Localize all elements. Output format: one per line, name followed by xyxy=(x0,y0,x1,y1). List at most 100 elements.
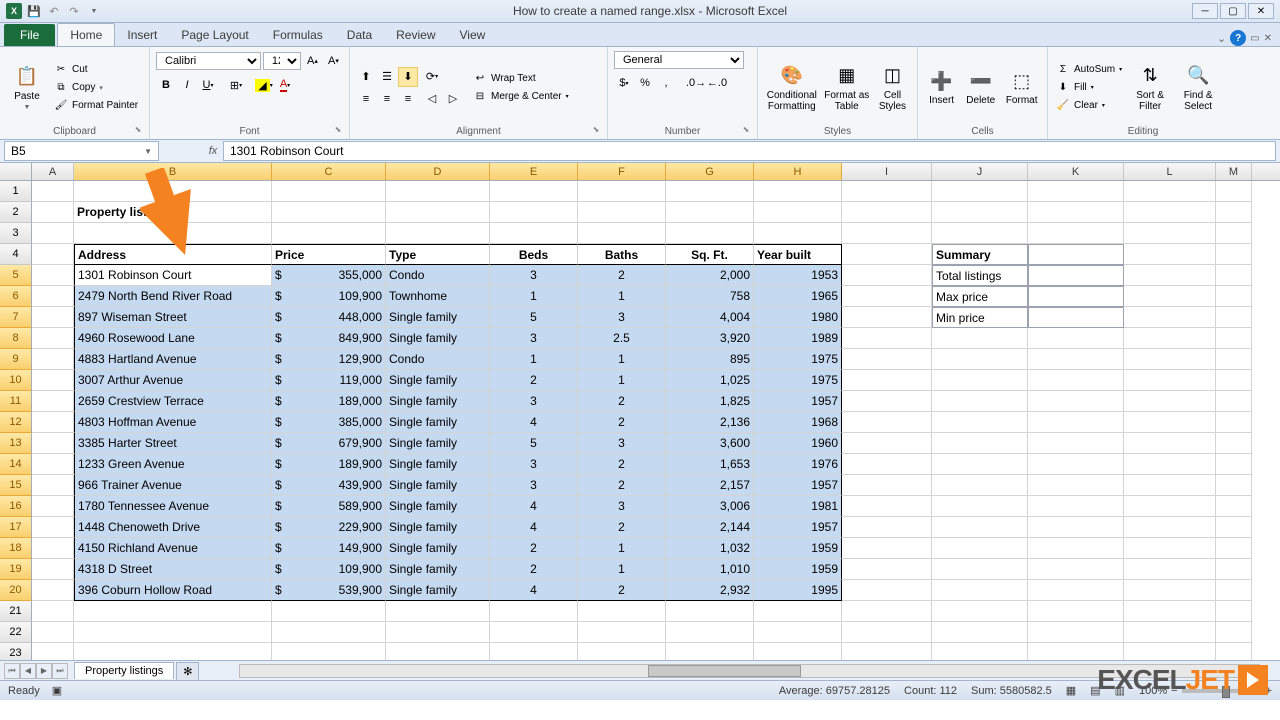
cell[interactable]: 1959 xyxy=(754,559,842,580)
cell[interactable] xyxy=(1028,265,1124,286)
number-format-select[interactable]: General xyxy=(614,51,744,69)
cell[interactable]: 2 xyxy=(578,517,666,538)
cell[interactable] xyxy=(932,391,1028,412)
cell[interactable]: 1957 xyxy=(754,517,842,538)
cell[interactable]: 1 xyxy=(578,370,666,391)
cell[interactable] xyxy=(842,433,932,454)
autosum-button[interactable]: ΣAutoSum ▾ xyxy=(1054,62,1124,78)
cell[interactable]: 4 xyxy=(490,496,578,517)
review-tab[interactable]: Review xyxy=(384,24,447,46)
column-header[interactable]: C xyxy=(272,163,386,180)
cell[interactable] xyxy=(932,643,1028,660)
cell[interactable]: 1975 xyxy=(754,370,842,391)
row-header[interactable]: 14 xyxy=(0,454,32,475)
cell[interactable] xyxy=(1124,601,1216,622)
cell[interactable]: Townhome xyxy=(386,286,490,307)
cell[interactable]: 1 xyxy=(490,349,578,370)
cell[interactable] xyxy=(666,223,754,244)
cell[interactable] xyxy=(386,622,490,643)
cell[interactable] xyxy=(1028,622,1124,643)
cell[interactable]: 2,144 xyxy=(666,517,754,538)
cell[interactable]: Single family xyxy=(386,580,490,601)
cell[interactable] xyxy=(932,433,1028,454)
row-header[interactable]: 20 xyxy=(0,580,32,601)
row-header[interactable]: 10 xyxy=(0,370,32,391)
cell-price[interactable]: $189,000 xyxy=(272,391,386,412)
cell[interactable]: Property listings xyxy=(74,202,272,223)
cell[interactable]: 3007 Arthur Avenue xyxy=(74,370,272,391)
new-sheet-button[interactable]: ✻ xyxy=(176,662,199,680)
cell[interactable]: 1233 Green Avenue xyxy=(74,454,272,475)
sort-filter-button[interactable]: ⇅Sort & Filter xyxy=(1128,51,1172,124)
cell[interactable] xyxy=(32,496,74,517)
cell[interactable] xyxy=(1216,517,1252,538)
cell[interactable] xyxy=(842,412,932,433)
cell[interactable]: Single family xyxy=(386,307,490,328)
cell[interactable] xyxy=(754,181,842,202)
cell[interactable] xyxy=(1028,412,1124,433)
cell[interactable] xyxy=(490,643,578,660)
cell[interactable]: 2 xyxy=(490,538,578,559)
cell[interactable] xyxy=(1028,601,1124,622)
cell[interactable]: Condo xyxy=(386,349,490,370)
cell[interactable] xyxy=(842,643,932,660)
cell[interactable]: 4803 Hoffman Avenue xyxy=(74,412,272,433)
cell[interactable]: 1,653 xyxy=(666,454,754,475)
grid[interactable]: ABCDEFGHIJKLM 12Property listings34Addre… xyxy=(0,163,1280,660)
cell[interactable] xyxy=(666,601,754,622)
cell[interactable] xyxy=(1124,643,1216,660)
column-header[interactable]: K xyxy=(1028,163,1124,180)
cell[interactable] xyxy=(842,496,932,517)
cell[interactable] xyxy=(1216,181,1252,202)
cell[interactable]: 1 xyxy=(578,349,666,370)
cell[interactable] xyxy=(1124,370,1216,391)
cell[interactable]: 2 xyxy=(578,454,666,475)
cell[interactable] xyxy=(1028,643,1124,660)
maximize-button[interactable]: ▢ xyxy=(1220,3,1246,19)
currency-icon[interactable]: $▾ xyxy=(614,73,634,93)
cell[interactable]: 1301 Robinson Court xyxy=(74,265,272,286)
font-name-select[interactable]: Calibri xyxy=(156,52,261,70)
cell[interactable] xyxy=(1028,181,1124,202)
cell[interactable] xyxy=(842,265,932,286)
cell[interactable]: Address xyxy=(74,244,272,265)
row-header[interactable]: 18 xyxy=(0,538,32,559)
cell[interactable] xyxy=(32,538,74,559)
number-launcher-icon[interactable]: ⬊ xyxy=(741,125,751,135)
cell[interactable]: 396 Coburn Hollow Road xyxy=(74,580,272,601)
cell[interactable] xyxy=(1124,433,1216,454)
cell[interactable] xyxy=(666,181,754,202)
cell[interactable]: 1,825 xyxy=(666,391,754,412)
cell[interactable] xyxy=(754,223,842,244)
cell[interactable] xyxy=(32,307,74,328)
cell[interactable] xyxy=(74,181,272,202)
cell[interactable] xyxy=(74,223,272,244)
cell[interactable] xyxy=(1028,454,1124,475)
cell[interactable]: Year built xyxy=(754,244,842,265)
cell[interactable]: 1,032 xyxy=(666,538,754,559)
cell[interactable] xyxy=(272,202,386,223)
cell[interactable] xyxy=(842,244,932,265)
indent-increase-icon[interactable]: ▷ xyxy=(443,89,463,109)
cell[interactable] xyxy=(1124,496,1216,517)
cell[interactable] xyxy=(1124,475,1216,496)
cell[interactable] xyxy=(842,307,932,328)
minimize-button[interactable]: ─ xyxy=(1192,3,1218,19)
cell[interactable]: Single family xyxy=(386,475,490,496)
cell[interactable]: 1780 Tennessee Avenue xyxy=(74,496,272,517)
row-header[interactable]: 13 xyxy=(0,433,32,454)
cell[interactable]: Single family xyxy=(386,370,490,391)
alignment-launcher-icon[interactable]: ⬊ xyxy=(591,125,601,135)
cell[interactable] xyxy=(1124,622,1216,643)
cell[interactable]: 2 xyxy=(578,580,666,601)
cell[interactable]: 2,000 xyxy=(666,265,754,286)
column-header[interactable]: E xyxy=(490,163,578,180)
cell-price[interactable]: $679,900 xyxy=(272,433,386,454)
cell[interactable]: 3385 Harter Street xyxy=(74,433,272,454)
cell[interactable]: Single family xyxy=(386,391,490,412)
shrink-font-icon[interactable]: A▾ xyxy=(324,51,343,71)
pagelayout-tab[interactable]: Page Layout xyxy=(169,24,260,46)
cell[interactable]: 2,157 xyxy=(666,475,754,496)
formula-input[interactable]: 1301 Robinson Court xyxy=(223,141,1276,161)
cell[interactable] xyxy=(1216,622,1252,643)
